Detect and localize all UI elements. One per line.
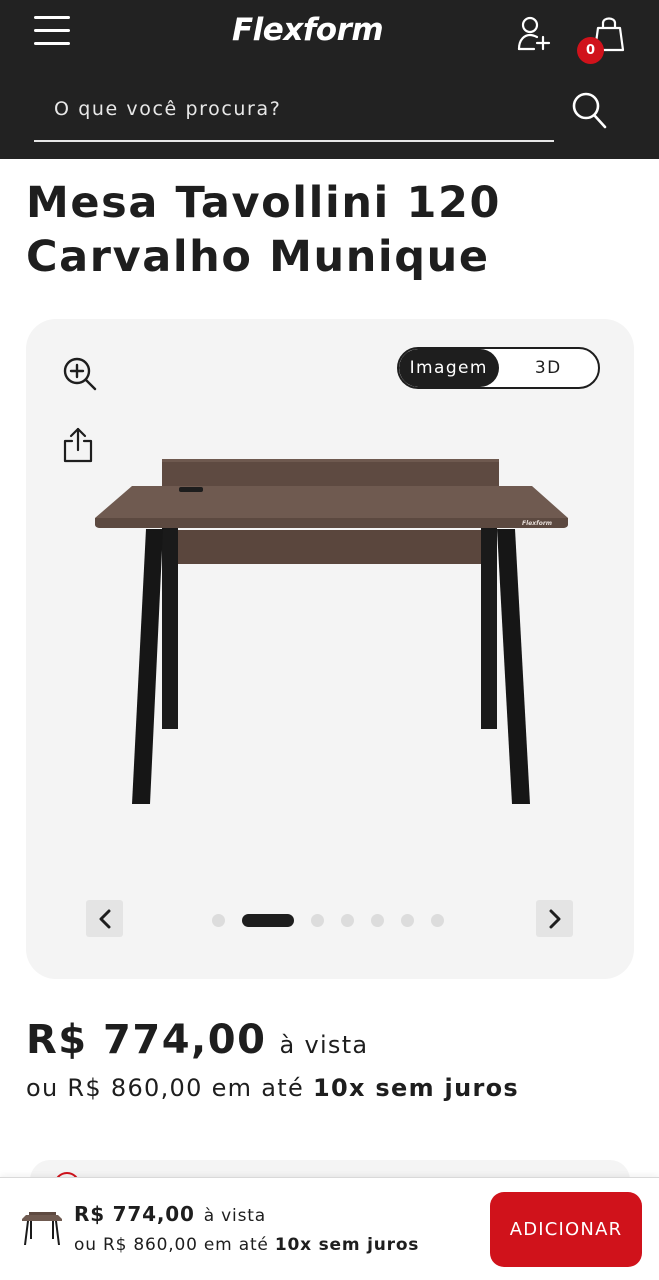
installment-prefix: ou R$ 860,00 em até bbox=[26, 1074, 305, 1102]
carousel-dot[interactable] bbox=[431, 913, 444, 927]
carousel-dot-active[interactable] bbox=[242, 913, 294, 927]
carousel-dot[interactable] bbox=[311, 913, 324, 927]
share-icon[interactable] bbox=[62, 427, 94, 463]
product-thumbnail bbox=[22, 1212, 62, 1245]
next-image-button[interactable] bbox=[536, 900, 573, 937]
view-option-image[interactable]: Imagem bbox=[399, 349, 499, 387]
view-option-3d[interactable]: 3D bbox=[499, 349, 599, 387]
sticky-installment-prefix: ou R$ 860,00 em até bbox=[74, 1235, 269, 1255]
search-icon[interactable] bbox=[570, 90, 608, 130]
sticky-price: R$ 774,00 à vista bbox=[74, 1202, 266, 1226]
sticky-installments: ou R$ 860,00 em até 10x sem juros bbox=[74, 1235, 419, 1255]
carousel-dot[interactable] bbox=[401, 913, 414, 927]
zoom-in-icon[interactable] bbox=[62, 356, 98, 392]
site-header: Flexform 0 bbox=[0, 0, 659, 159]
product-image[interactable]: Flexform bbox=[92, 454, 572, 814]
carousel-dot[interactable] bbox=[212, 913, 225, 927]
sticky-installment-terms: 10x sem juros bbox=[274, 1235, 420, 1255]
search-input[interactable] bbox=[34, 84, 554, 134]
installment-terms: 10x sem juros bbox=[313, 1074, 519, 1102]
product-gallery: Imagem 3D Flexform bbox=[26, 319, 634, 979]
price-block: R$ 774,00 à vista bbox=[26, 1017, 368, 1063]
sticky-cash-suffix: à vista bbox=[203, 1206, 266, 1226]
carousel-dot[interactable] bbox=[371, 913, 384, 927]
menu-icon[interactable] bbox=[34, 16, 72, 50]
add-to-cart-button[interactable]: ADICIONAR bbox=[490, 1192, 642, 1267]
carousel-dot[interactable] bbox=[341, 913, 354, 927]
prev-image-button[interactable] bbox=[86, 900, 123, 937]
cart-count-badge: 0 bbox=[577, 37, 604, 64]
user-add-icon[interactable] bbox=[516, 15, 552, 53]
title-line-2: Carvalho Munique bbox=[26, 232, 490, 282]
title-line-1: Mesa Tavollini 120 bbox=[26, 178, 502, 228]
page-title: Mesa Tavollini 120 Carvalho Munique bbox=[26, 176, 626, 284]
sticky-add-to-cart-bar: R$ 774,00 à vista ou R$ 860,00 em até 10… bbox=[0, 1177, 659, 1280]
desk-brand-mark: Flexform bbox=[522, 520, 552, 527]
cash-price-suffix: à vista bbox=[279, 1031, 369, 1059]
installment-info: ou R$ 860,00 em até 10x sem juros bbox=[26, 1074, 519, 1102]
cash-price: R$ 774,00 bbox=[26, 1017, 267, 1063]
sticky-cash-price: R$ 774,00 bbox=[74, 1202, 195, 1226]
chevron-left-icon bbox=[99, 909, 110, 928]
chevron-right-icon bbox=[549, 909, 560, 928]
brand-logo[interactable]: Flexform bbox=[232, 12, 384, 48]
carousel-pagination bbox=[212, 913, 461, 927]
search-bar bbox=[34, 84, 554, 142]
view-toggle: Imagem 3D bbox=[397, 347, 600, 389]
